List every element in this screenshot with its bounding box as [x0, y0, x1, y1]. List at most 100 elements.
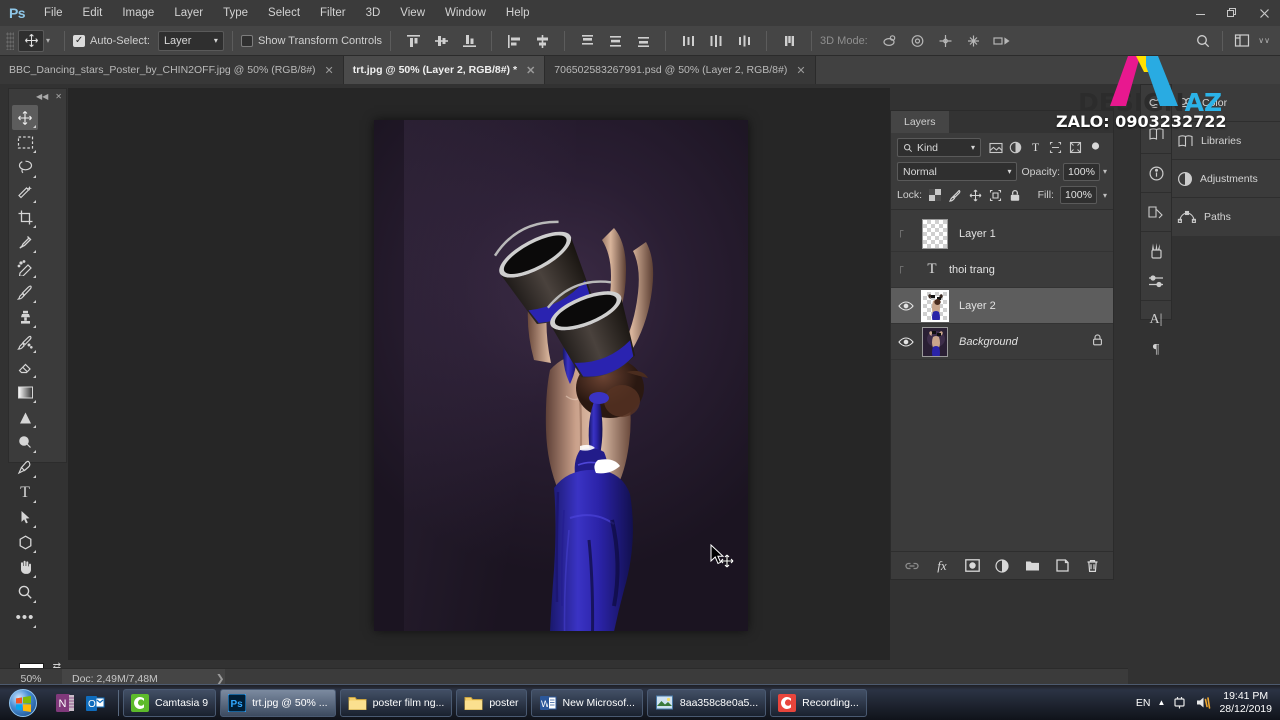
- tool-eraser[interactable]: [12, 355, 38, 380]
- paragraph-panel-icon[interactable]: ¶: [1141, 335, 1171, 365]
- menu-select[interactable]: Select: [258, 0, 310, 26]
- close-button[interactable]: [1248, 0, 1280, 26]
- layer-thumbnail[interactable]: [921, 289, 949, 322]
- info-panel-icon[interactable]: [1141, 158, 1171, 188]
- auto-select-checkbox[interactable]: [73, 34, 86, 47]
- menu-type[interactable]: Type: [213, 0, 258, 26]
- filter-toggle-icon[interactable]: [1087, 139, 1104, 156]
- layer-row-thoi-trang[interactable]: T thoi trang: [891, 252, 1113, 288]
- distribute-top-edges-icon[interactable]: [574, 30, 600, 52]
- layer-name[interactable]: thoi trang: [949, 264, 995, 276]
- close-icon[interactable]: ✕: [325, 64, 334, 77]
- document-tab-3[interactable]: 706502583267991.psd @ 50% (Layer 2, RGB/…: [545, 56, 816, 84]
- layer-row-layer-1[interactable]: Layer 1: [891, 216, 1113, 252]
- lock-all-icon[interactable]: [1008, 188, 1022, 202]
- taskbar-clock[interactable]: 19:41 PM 28/12/2019: [1219, 690, 1276, 716]
- tool-lasso[interactable]: [12, 155, 38, 180]
- distribute-left-edges-icon[interactable]: [675, 30, 701, 52]
- layer-mask-icon[interactable]: [964, 558, 980, 574]
- show-transform-controls-control[interactable]: Show Transform Controls: [240, 34, 382, 47]
- delete-layer-icon[interactable]: [1084, 558, 1100, 574]
- arrange-documents-icon[interactable]: [1229, 30, 1255, 52]
- tool-brush[interactable]: [12, 280, 38, 305]
- language-indicator[interactable]: EN: [1136, 697, 1151, 709]
- drag-3d-object-icon[interactable]: [933, 30, 959, 52]
- lock-artboard-icon[interactable]: [988, 188, 1002, 202]
- fill-input[interactable]: 100%: [1059, 186, 1097, 204]
- layer-thumbnail-wrap[interactable]: [917, 289, 953, 322]
- taskbar-item-recording[interactable]: Recording...: [770, 688, 867, 717]
- adjustment-filter-icon[interactable]: [1007, 139, 1024, 156]
- layer-thumbnail[interactable]: [922, 218, 948, 249]
- tool-path-selection[interactable]: [12, 505, 38, 530]
- outlook-icon[interactable]: O: [82, 690, 108, 716]
- slide-3d-object-icon[interactable]: [961, 30, 987, 52]
- layer-filter-kind-dropdown[interactable]: Kind ▾: [897, 138, 981, 157]
- close-icon[interactable]: ✕: [55, 92, 62, 101]
- network-icon[interactable]: [1172, 695, 1188, 710]
- taskbar-item-word[interactable]: W New Microsof...: [530, 688, 643, 717]
- auto-select-control[interactable]: Auto-Select:: [73, 34, 150, 47]
- tool-type[interactable]: T: [12, 480, 38, 505]
- align-bottom-edges-icon[interactable]: [456, 30, 482, 52]
- taskbar-item-poster[interactable]: poster: [456, 688, 527, 717]
- minimize-button[interactable]: [1184, 0, 1216, 26]
- onenote-icon[interactable]: N: [52, 690, 78, 716]
- canvas-area[interactable]: [68, 88, 890, 660]
- tool-move[interactable]: [12, 105, 38, 130]
- lock-position-icon[interactable]: [968, 188, 982, 202]
- layer-visibility-toggle[interactable]: [895, 228, 917, 240]
- collapse-panel-icon[interactable]: ◀◀: [36, 92, 48, 101]
- scale-3d-object-icon[interactable]: [989, 30, 1015, 52]
- menu-layer[interactable]: Layer: [164, 0, 213, 26]
- layer-thumbnail[interactable]: [922, 326, 948, 357]
- auto-select-scope-dropdown[interactable]: Layer ▾: [157, 30, 224, 51]
- tool-rectangular-marquee[interactable]: [12, 130, 38, 155]
- tool-crop[interactable]: [12, 205, 38, 230]
- tool-preset-chevron-down-icon[interactable]: ▾: [46, 36, 50, 45]
- menu-3d[interactable]: 3D: [356, 0, 391, 26]
- tool-eyedropper[interactable]: [12, 230, 38, 255]
- maximize-button[interactable]: [1216, 0, 1248, 26]
- layer-name[interactable]: Layer 1: [959, 228, 996, 240]
- pixel-filter-icon[interactable]: [987, 139, 1004, 156]
- align-top-edges-icon[interactable]: [400, 30, 426, 52]
- tool-clone-stamp[interactable]: [12, 305, 38, 330]
- distribute-bottom-edges-icon[interactable]: [630, 30, 656, 52]
- document-canvas[interactable]: [374, 120, 748, 631]
- layer-name[interactable]: Background: [959, 336, 1018, 348]
- rotate-3d-object-icon[interactable]: [877, 30, 903, 52]
- menu-filter[interactable]: Filter: [310, 0, 356, 26]
- search-icon[interactable]: [1190, 30, 1216, 52]
- menu-window[interactable]: Window: [435, 0, 496, 26]
- tool-quick-selection[interactable]: [12, 180, 38, 205]
- type-filter-icon[interactable]: T: [1027, 139, 1044, 156]
- status-expand-icon[interactable]: ❯: [216, 673, 225, 685]
- taskbar-item-photo[interactable]: 8aa358c8e0a5...: [646, 688, 767, 717]
- layer-visibility-toggle[interactable]: [895, 264, 917, 276]
- workspace-chevron-down-icon[interactable]: ∨∨: [1258, 36, 1270, 45]
- chevron-down-icon[interactable]: ▾: [1103, 191, 1107, 200]
- menu-edit[interactable]: Edit: [73, 0, 113, 26]
- layer-style-icon[interactable]: fx: [934, 558, 950, 574]
- align-distribute-options-icon[interactable]: [776, 30, 802, 52]
- align-vertical-centers-icon[interactable]: [428, 30, 454, 52]
- distribute-right-edges-icon[interactable]: [731, 30, 757, 52]
- new-layer-icon[interactable]: [1054, 558, 1070, 574]
- roll-3d-object-icon[interactable]: [905, 30, 931, 52]
- tool-dodge[interactable]: [12, 430, 38, 455]
- document-tab-2[interactable]: trt.jpg @ 50% (Layer 2, RGB/8#) * ✕: [343, 56, 546, 84]
- layer-name[interactable]: Layer 2: [959, 300, 996, 312]
- show-hidden-icons-icon[interactable]: ▲: [1158, 698, 1166, 707]
- tool-spot-healing-brush[interactable]: [12, 255, 38, 280]
- new-group-icon[interactable]: [1024, 558, 1040, 574]
- blend-mode-dropdown[interactable]: Normal ▾: [897, 162, 1018, 181]
- zoom-level[interactable]: 50%: [0, 673, 62, 685]
- lock-image-pixels-icon[interactable]: [948, 188, 962, 202]
- lock-transparent-pixels-icon[interactable]: [928, 188, 942, 202]
- tool-shape[interactable]: [12, 530, 38, 555]
- taskbar-item-poster-film[interactable]: poster film ng...: [339, 688, 453, 717]
- brush-settings-panel-icon[interactable]: [1141, 266, 1171, 296]
- menu-file[interactable]: File: [34, 0, 73, 26]
- show-transform-checkbox[interactable]: [240, 34, 253, 47]
